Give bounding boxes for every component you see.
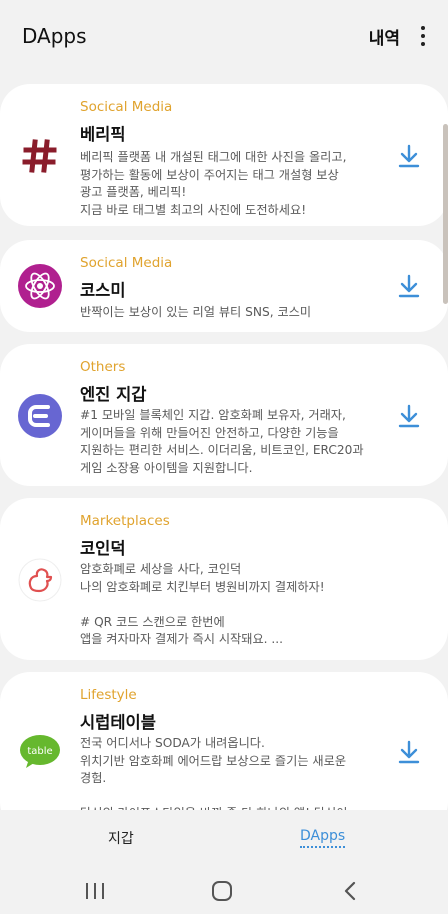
- dapp-card-veripick[interactable]: Socical Media 베리픽 베리픽 플랫폼 내 개설된 태그에 대한 사…: [0, 84, 448, 226]
- more-vert-icon[interactable]: [420, 26, 426, 46]
- dapp-name: 코인덕: [80, 539, 126, 558]
- dapp-card-cosmee[interactable]: Socical Media 코스미 반짝이는 보상이 있는 리얼 뷰티 SNS,…: [0, 240, 448, 332]
- download-icon[interactable]: [398, 274, 420, 298]
- dapp-name: 시럽테이블: [80, 713, 156, 732]
- duck-icon: [18, 558, 62, 602]
- bottom-tab-bar: 지갑 DApps: [0, 812, 448, 864]
- table-icon: table: [18, 728, 62, 772]
- dapp-category: Marketplaces: [80, 513, 170, 529]
- dapp-card-coinduck[interactable]: Marketplaces 코인덕 암호화폐로 세상을 사다, 코인덕 나의 암호…: [0, 498, 448, 660]
- history-button[interactable]: 내역: [369, 24, 400, 49]
- logo-text: table: [27, 746, 52, 757]
- recent-apps-icon[interactable]: [86, 883, 104, 899]
- download-icon[interactable]: [398, 740, 420, 764]
- dapp-category: Socical Media: [80, 255, 173, 271]
- dapp-description: 베리픽 플랫폼 내 개설된 태그에 대한 사진을 올리고, 평가하는 활동에 보…: [80, 150, 347, 217]
- dapp-name: 코스미: [80, 281, 126, 300]
- dapp-category: Others: [80, 359, 126, 375]
- dapp-description: #1 모바일 블록체인 지갑. 암호화폐 보유자, 거래자, 게이머들을 위해 …: [80, 408, 364, 475]
- dapp-description: 전국 어디서나 SODA가 내려옵니다. 위치기반 암호화폐 에어드랍 보상으로…: [80, 736, 347, 810]
- header-actions: 내역: [369, 24, 426, 49]
- dapp-name: 엔진 지갑: [80, 385, 147, 404]
- dapp-category: Socical Media: [80, 99, 173, 115]
- dapp-category: Lifestyle: [80, 687, 137, 703]
- download-icon[interactable]: [398, 404, 420, 428]
- page-title: DApps: [22, 24, 87, 48]
- dapp-description: 암호화폐로 세상을 사다, 코인덕 나의 암호화폐로 치킨부터 병원비까지 결제…: [80, 562, 325, 646]
- enjin-icon: [18, 394, 62, 438]
- dapp-card-syrup-table[interactable]: table Lifestyle 시럽테이블 전국 어디서나 SODA가 내려옵니…: [0, 672, 448, 810]
- app-header: DApps 내역: [0, 0, 448, 72]
- download-icon[interactable]: [398, 144, 420, 168]
- dapp-card-enjin-wallet[interactable]: Others 엔진 지갑 #1 모바일 블록체인 지갑. 암호화폐 보유자, 거…: [0, 344, 448, 486]
- scrollbar-thumb[interactable]: [443, 124, 448, 304]
- dapp-description: 반짝이는 보상이 있는 리얼 뷰티 SNS, 코스미: [80, 305, 312, 319]
- hashtag-icon: [18, 134, 62, 178]
- atom-icon: [18, 264, 62, 308]
- back-icon[interactable]: [340, 880, 360, 902]
- system-navigation-bar: [0, 864, 448, 914]
- dapp-list[interactable]: Socical Media 베리픽 베리픽 플랫폼 내 개설된 태그에 대한 사…: [0, 82, 448, 810]
- dapp-name: 베리픽: [80, 125, 126, 144]
- tab-dapps[interactable]: DApps: [300, 828, 346, 848]
- home-icon[interactable]: [212, 881, 232, 901]
- tab-wallet[interactable]: 지갑: [108, 828, 134, 848]
